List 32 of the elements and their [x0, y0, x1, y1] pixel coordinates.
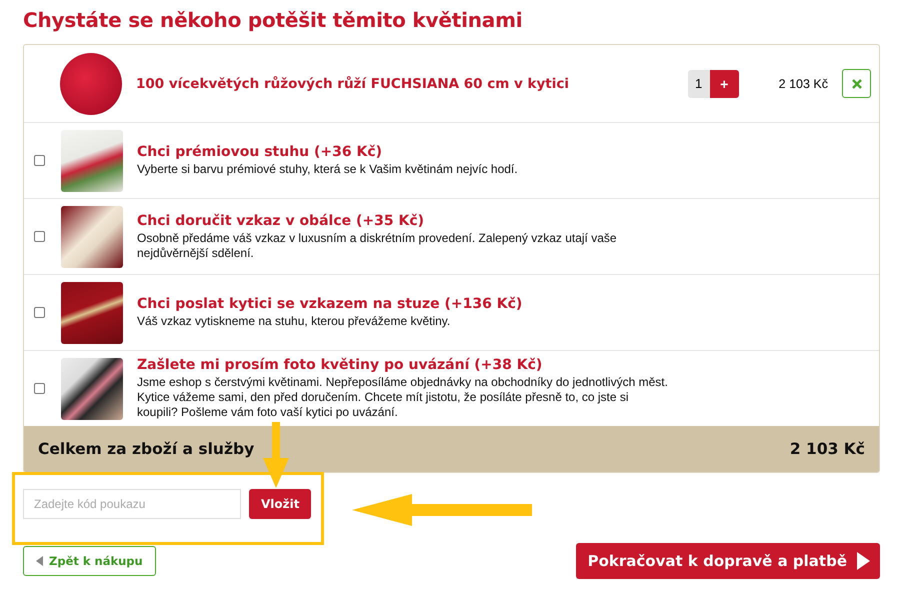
remove-button[interactable] — [842, 69, 871, 98]
option-description: Váš vzkaz vytiskneme na stuhu, kterou převážeme květiny. — [137, 314, 452, 329]
quantity-value: 1 — [688, 70, 710, 98]
continue-button[interactable]: Pokračovat k dopravě a platbě — [576, 543, 880, 579]
checkbox[interactable] — [34, 307, 45, 318]
photo-placeholder — [61, 282, 123, 344]
option-title: Chci doručit vzkaz v obálce (+35 Kč) — [137, 212, 426, 228]
apply-button[interactable]: Vložit — [249, 489, 312, 519]
right-triangle-icon — [857, 552, 870, 570]
total-label: Celkem za zboží a služby — [38, 440, 254, 458]
page-title: Chystáte se někoho potěšit těmito květinami — [23, 7, 524, 34]
checkbox[interactable] — [34, 155, 45, 166]
annotation-arrow — [263, 422, 289, 488]
close-icon — [852, 78, 862, 88]
coupon-field[interactable]: Zadejte kód poukazu — [23, 489, 241, 519]
option-title: Chci poslat kytici se vzkazem na stuze (+136 Kč) — [137, 296, 522, 312]
checkbox[interactable] — [34, 383, 45, 394]
checkbox[interactable] — [34, 231, 45, 242]
photo-placeholder — [61, 358, 123, 420]
option-description: Osobně předáme váš vzkaz v luxusním a diskrétním provedení. Zalepený vzkaz utají vaše nejdůvěrnější sdělení. — [137, 230, 618, 260]
product-price: 2 103 Kč — [778, 76, 828, 90]
photo-placeholder — [61, 130, 123, 192]
photo-placeholder — [61, 206, 123, 268]
total-price: 2 103 Kč — [790, 440, 865, 458]
left-triangle-icon — [36, 556, 43, 566]
option-description: Vyberte si barvu prémiové stuhy, která se k Vašim květinám nejvíc hodí. — [137, 162, 518, 177]
option-title: Zašlete mi prosím foto květiny po uvázání (+38 Kč) — [137, 357, 544, 373]
product-name: 100 vícekvětých růžových růží FUCHSIANA 60 cm v kytici — [136, 76, 570, 92]
back-button[interactable]: Zpět k nákupu — [23, 546, 156, 576]
option-title: Chci prémiovou stuhu (+36 Kč) — [137, 144, 384, 160]
option-description: Jsme eshop s čerstvými květinami. Nepřeposíláme objednávky na obchodníky do jednotlivých měst. Kytice vážeme sami, den před doručením. Chcete mít jistotu, že posíláte přesně to, co jste si koupili? Pošleme vám foto vaší kytici po uvázání. — [137, 375, 669, 420]
increase-button[interactable]: + — [710, 70, 739, 98]
